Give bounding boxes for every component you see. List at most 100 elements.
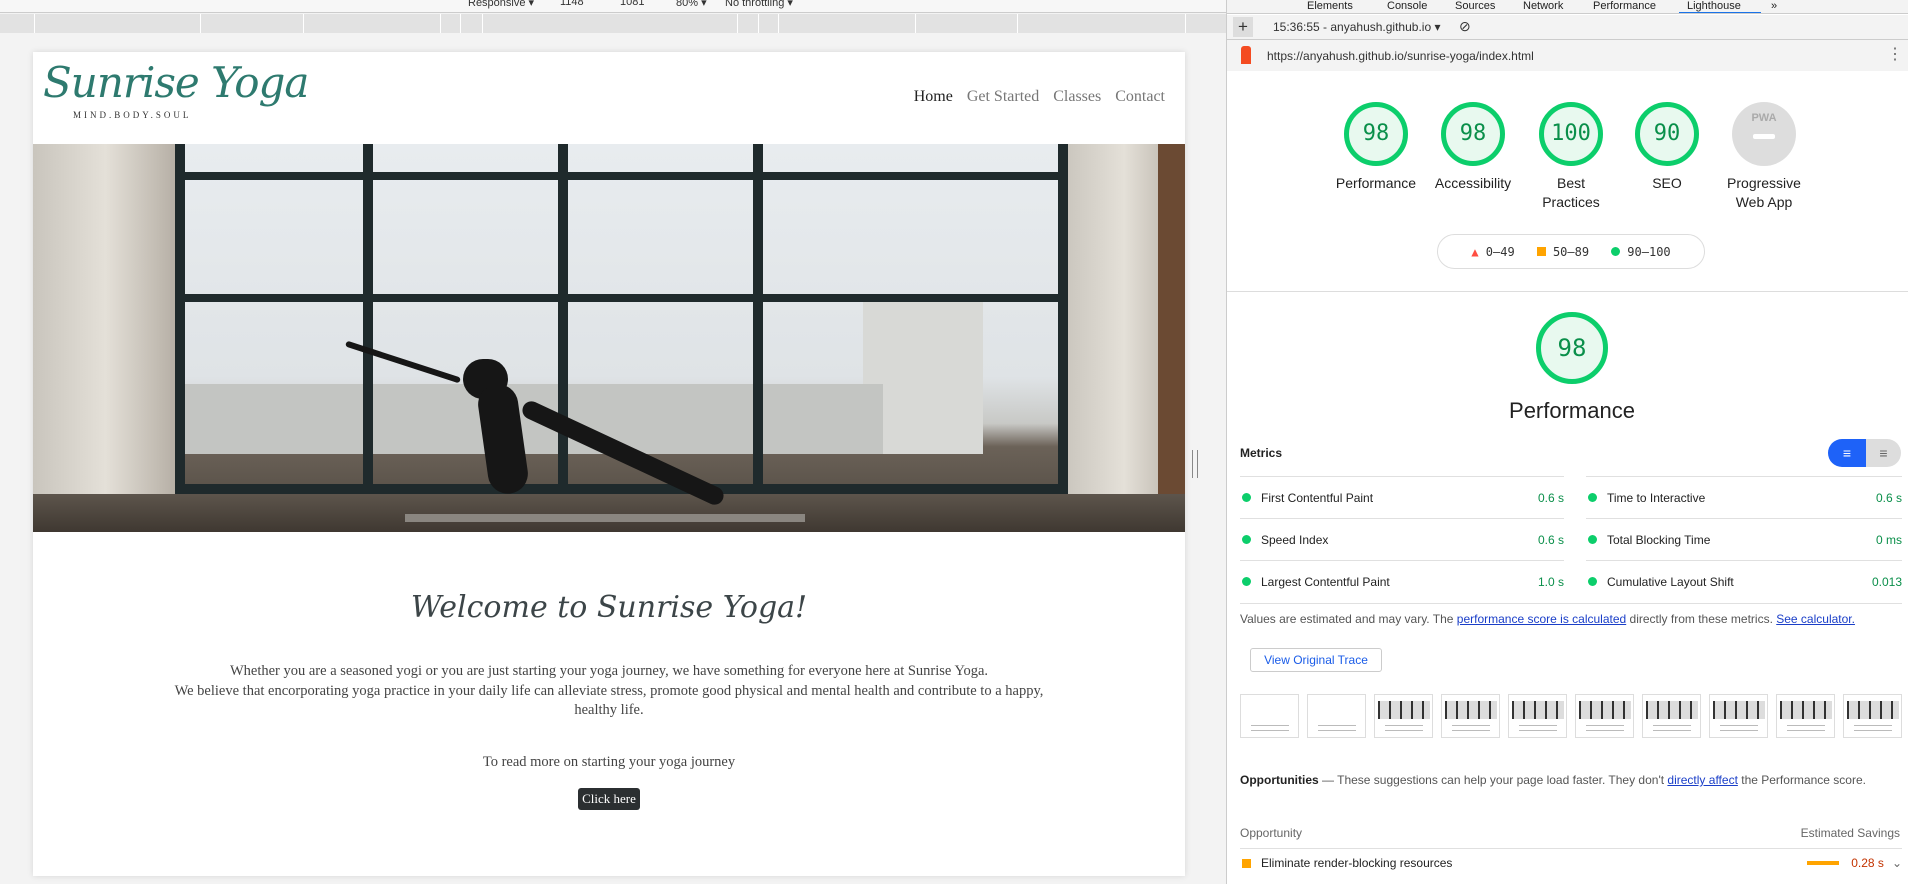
filmstrip-frame (1709, 694, 1768, 738)
metric-name: First Contentful Paint (1261, 490, 1374, 505)
metric-name: Cumulative Layout Shift (1607, 574, 1734, 589)
tab-sources[interactable]: Sources (1455, 0, 1495, 12)
metric-name: Total Blocking Time (1607, 532, 1711, 547)
metric-value: 0.013 (1871, 574, 1902, 589)
site-tagline: MIND.BODY.SOUL (73, 110, 192, 120)
metric-name: Time to Interactive (1607, 490, 1706, 505)
opp-text: the Performance score. (1737, 773, 1866, 787)
note-text: directly from these metrics. (1626, 612, 1777, 626)
zoom-select[interactable]: 80% ▾ (676, 0, 707, 9)
gauge-pwa[interactable]: PWA (1732, 102, 1796, 166)
metric-row: First Contentful Paint 0.6 s (1240, 476, 1564, 518)
clear-icon[interactable]: ⊘ (1459, 18, 1471, 35)
opportunities-intro: Opportunities — These suggestions can he… (1240, 770, 1890, 790)
metric-value: 0.6 s (1875, 490, 1902, 505)
report-url[interactable]: https://anyahush.github.io/sunrise-yoga/… (1267, 49, 1534, 63)
pass-dot-icon (1242, 535, 1251, 544)
click-here-button[interactable]: Click here (578, 788, 640, 810)
fail-triangle-icon: ▲ (1471, 244, 1479, 259)
detailed-view-icon[interactable]: ≡ (1866, 439, 1901, 467)
legend-fail: 0–49 (1485, 244, 1515, 259)
filmstrip-frame (1240, 694, 1299, 738)
nav-classes[interactable]: Classes (1053, 88, 1101, 106)
tab-performance[interactable]: Performance (1593, 0, 1656, 12)
resize-handle[interactable] (1192, 450, 1198, 478)
score-legend: ▲ 0–49 50–89 90–100 (1437, 234, 1705, 269)
width-input[interactable]: 1148 (560, 0, 584, 8)
device-select[interactable]: Responsive ▾ (468, 0, 534, 9)
tab-console[interactable]: Console (1387, 0, 1427, 12)
label-accessibility: Accessibility (1434, 175, 1512, 191)
filmstrip-frame (1776, 694, 1835, 738)
report-url-bar: https://anyahush.github.io/sunrise-yoga/… (1227, 40, 1908, 71)
intro-paragraph-1: Whether you are a seasoned yogi or you a… (229, 663, 989, 679)
metrics-left-column: First Contentful Paint 0.6 s Speed Index 0… (1240, 476, 1564, 602)
throttle-select[interactable]: No throttling ▾ (725, 0, 793, 9)
metrics-view-toggle[interactable]: ≡ ≡ (1828, 439, 1901, 467)
average-square-icon (1242, 858, 1251, 868)
gauge-seo[interactable]: 90 (1635, 102, 1699, 166)
metric-row: Time to Interactive 0.6 s (1586, 476, 1902, 518)
metric-name: Largest Contentful Paint (1261, 574, 1390, 589)
filmstrip-frame (1307, 694, 1366, 738)
note-text: Values are estimated and may vary. The (1240, 612, 1457, 626)
nav-home[interactable]: Home (914, 88, 953, 106)
tab-network[interactable]: Network (1523, 0, 1563, 12)
metric-value: 0 ms (1875, 532, 1902, 547)
filmstrip-frame (1843, 694, 1902, 738)
view-original-trace-button[interactable]: View Original Trace (1250, 648, 1382, 672)
nav-get-started[interactable]: Get Started (967, 88, 1039, 106)
devtools-panel: Elements Console Sources Network Perform… (1226, 0, 1908, 884)
filmstrip-frame (1508, 694, 1567, 738)
summary-view-icon[interactable]: ≡ (1828, 439, 1866, 467)
height-input[interactable]: 1081 (620, 0, 644, 8)
score-calculated-link[interactable]: performance score is calculated (1457, 612, 1626, 626)
metric-value: 0.6 s (1537, 490, 1564, 505)
metric-row: Total Blocking Time 0 ms (1586, 518, 1902, 560)
average-square-icon (1536, 246, 1546, 256)
media-query-ruler[interactable] (0, 14, 1226, 33)
metric-row: Largest Contentful Paint 1.0 s (1240, 560, 1564, 602)
more-options-icon[interactable]: ⋮ (1887, 44, 1903, 64)
welcome-heading: Welcome to Sunrise Yoga! (410, 590, 808, 625)
hero-image (33, 144, 1185, 532)
nav-contact[interactable]: Contact (1115, 88, 1165, 106)
intro-paragraph-2: We believe that encorporating yoga pract… (174, 683, 1044, 699)
see-calculator-link[interactable]: See calculator. (1776, 612, 1855, 626)
report-selector[interactable]: 15:36:55 - anyahush.github.io ▾ (1273, 20, 1440, 34)
label-performance: Performance (1335, 175, 1417, 191)
opportunity-name: Eliminate render-blocking resources (1261, 856, 1453, 870)
metric-row: Speed Index 0.6 s (1240, 518, 1564, 560)
new-report-button[interactable]: + (1233, 17, 1253, 37)
lighthouse-toolbar: + 15:36:55 - anyahush.github.io ▾ ⊘ (1227, 15, 1908, 40)
opportunity-column-header: Opportunity (1240, 826, 1303, 840)
directly-affect-link[interactable]: directly affect (1667, 773, 1737, 787)
metric-value: 1.0 s (1537, 574, 1564, 589)
filmstrip-frame (1441, 694, 1500, 738)
metrics-note: Values are estimated and may vary. The p… (1240, 612, 1855, 626)
metric-value: 0.6 s (1537, 532, 1564, 547)
gauge-accessibility[interactable]: 98 (1441, 102, 1505, 166)
gauge-performance[interactable]: 98 (1344, 102, 1408, 166)
legend-pass: 90–100 (1627, 244, 1671, 259)
filmstrip-frame (1642, 694, 1701, 738)
metric-name: Speed Index (1261, 532, 1329, 547)
opportunity-row[interactable]: Eliminate render-blocking resources 0.28… (1240, 850, 1902, 876)
tab-elements[interactable]: Elements (1307, 0, 1353, 12)
lighthouse-icon (1241, 46, 1251, 64)
site-logo[interactable]: Sunrise Yoga (43, 58, 309, 107)
pwa-badge: PWA (1751, 112, 1777, 124)
pass-dot-icon (1588, 577, 1597, 586)
tab-more[interactable]: » (1771, 0, 1777, 12)
metrics-right-column: Time to Interactive 0.6 s Total Blocking … (1586, 476, 1902, 602)
legend-average: 50–89 (1552, 244, 1590, 259)
pass-dot-icon (1588, 535, 1597, 544)
metric-row: Cumulative Layout Shift 0.013 (1586, 560, 1902, 602)
chevron-down-icon[interactable]: ⌄ (1892, 856, 1902, 870)
devtools-tabs: Elements Console Sources Network Perform… (1227, 0, 1908, 14)
label-best-practices: Best Practices (1542, 175, 1600, 210)
tab-lighthouse[interactable]: Lighthouse (1687, 0, 1741, 12)
label-pwa: Progressive Web App (1727, 175, 1801, 210)
metrics-title: Metrics (1240, 446, 1283, 460)
gauge-best-practices[interactable]: 100 (1539, 102, 1603, 166)
